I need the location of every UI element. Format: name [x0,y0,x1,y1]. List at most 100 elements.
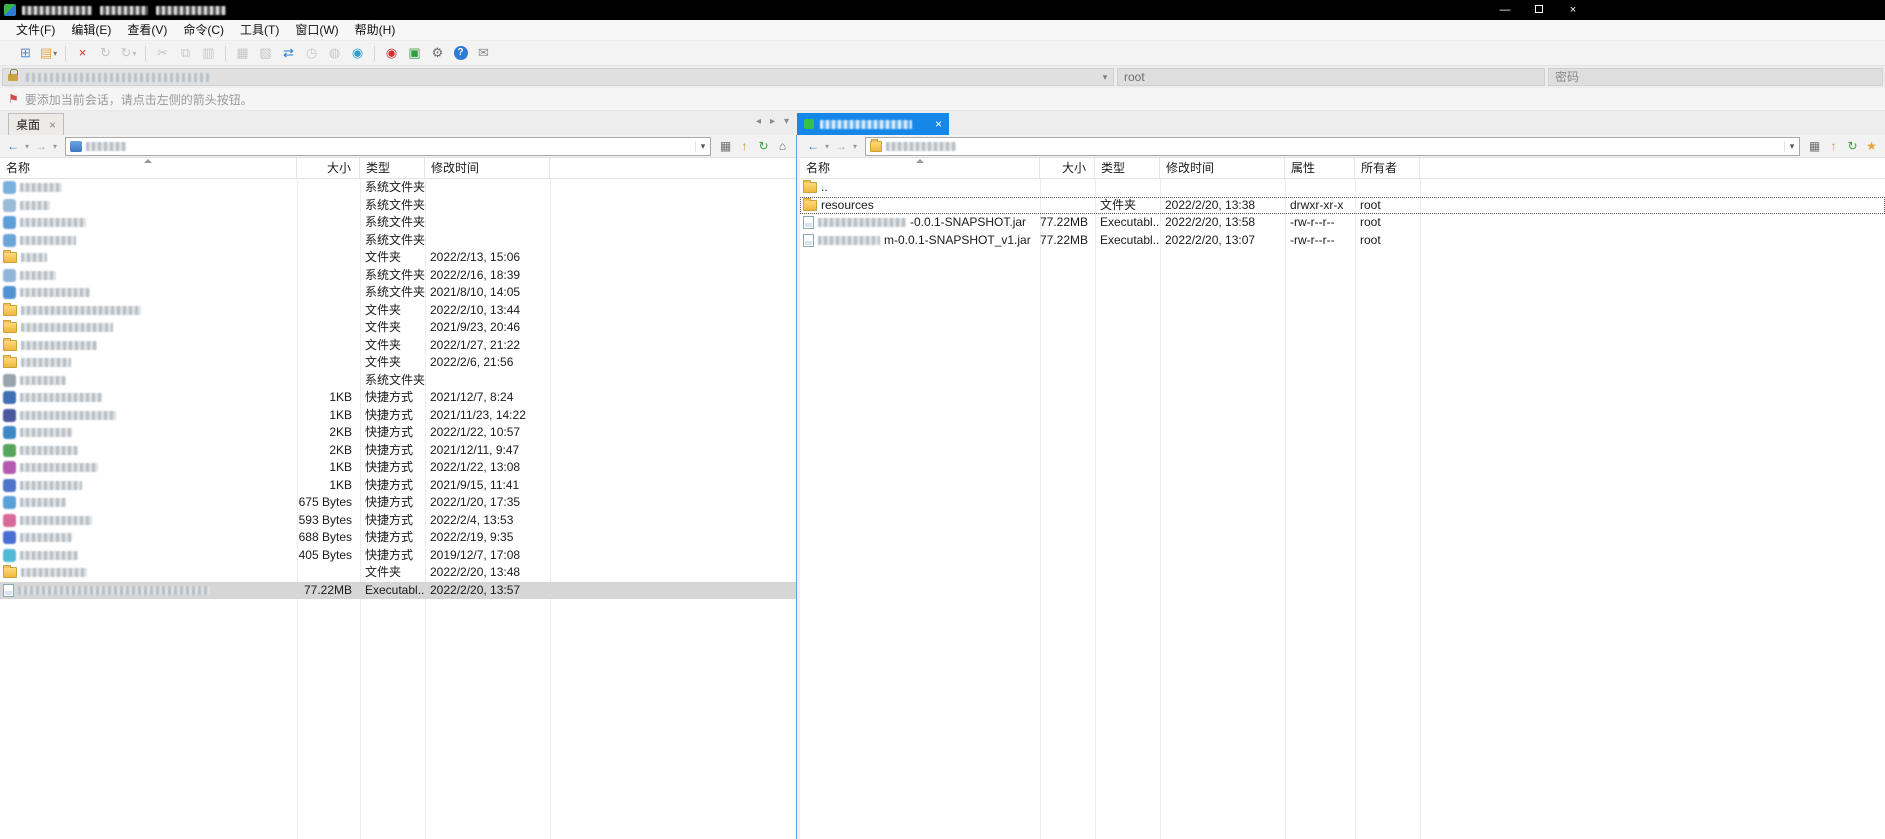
forward-history-chevron-icon[interactable]: ▾ [850,142,860,151]
local-address-combobox[interactable]: ▾ [65,136,711,156]
disconnect-button[interactable]: × [71,43,94,64]
close-tab-icon[interactable]: × [49,118,56,132]
options-button[interactable]: ⚙ [426,43,449,64]
forward-history-chevron-icon[interactable]: ▾ [50,142,60,151]
views-button[interactable]: ▦ [716,139,735,153]
transfer-button[interactable]: ⇄ [277,43,300,64]
back-button[interactable]: ← [4,139,22,153]
refresh-button[interactable]: ↻ [754,139,773,153]
file-row[interactable]: 1KB 快捷方式 2021/12/7, 8:24 [0,389,796,407]
back-button[interactable]: ← [804,139,822,153]
refresh-button[interactable]: ↻ [1843,139,1862,153]
redacted-file-name [818,218,906,228]
column-header-mtime[interactable]: 修改时间 [1160,158,1285,178]
file-row[interactable]: 系统文件夹 2021/8/10, 14:05 [0,284,796,302]
forward-button[interactable]: → [32,139,50,153]
column-header-name[interactable]: 名称 [800,158,1040,178]
file-cell: 593 Bytes [298,512,352,527]
help-button[interactable]: ? [449,43,472,64]
cut-button[interactable]: ✂ [151,43,174,64]
file-row[interactable]: 2KB 快捷方式 2022/1/22, 10:57 [0,424,796,442]
column-header-owner[interactable]: 所有者 [1355,158,1420,178]
transfer-queue-button[interactable]: ◷ [300,43,323,64]
file-row[interactable]: 77.22MB Executabl... 2022/2/20, 13:57 [0,581,796,599]
properties-button[interactable]: ▦ [231,43,254,64]
paste-button[interactable]: ▥ [197,43,220,64]
views-button[interactable]: ▦ [1805,139,1824,153]
compare-button[interactable]: ▧ [254,43,277,64]
file-row[interactable]: 文件夹 2022/2/10, 13:44 [0,302,796,320]
menu-command[interactable]: 命令(C) [175,20,232,40]
column-header-attrs[interactable]: 属性 [1285,158,1355,178]
close-button[interactable]: × [1556,0,1590,20]
transfer-queue-icon: ◷ [305,45,318,60]
file-row[interactable]: 文件夹 2022/2/13, 15:06 [0,249,796,267]
menu-file[interactable]: 文件(F) [8,20,63,40]
reconnect-all-button[interactable]: ↻ ▾ [117,43,140,64]
column-header-size[interactable]: 大小 [297,158,360,178]
log-button[interactable]: ◍ [323,43,346,64]
home-button[interactable]: ⌂ [773,139,792,153]
feedback-button[interactable]: ✉ [472,43,495,64]
file-cell: 2KB [329,442,352,457]
file-row[interactable]: 系统文件夹 [0,232,796,250]
tab-desktop[interactable]: 桌面 × [8,113,65,135]
back-history-chevron-icon[interactable]: ▾ [22,142,32,151]
maximize-button[interactable] [1522,0,1556,20]
column-header-mtime[interactable]: 修改时间 [425,158,550,178]
new-session-button[interactable]: ⊞ [14,43,37,64]
open-session-button[interactable]: ▤ ▾ [37,43,60,64]
column-header-type[interactable]: 类型 [360,158,425,178]
column-header-size[interactable]: 大小 [1040,158,1095,178]
app-icon [3,426,16,440]
favorites-button[interactable]: ★ [1862,139,1881,153]
menu-edit[interactable]: 编辑(E) [63,20,119,40]
file-row[interactable]: 系统文件夹 [0,197,796,215]
file-row[interactable]: 2KB 快捷方式 2021/12/11, 9:47 [0,442,796,460]
password-input[interactable] [1548,68,1883,86]
up-directory-button[interactable]: ↑ [735,139,754,153]
file-row[interactable]: .. [800,179,1885,197]
copy-button[interactable]: ⧉ [174,43,197,64]
reconnect-button[interactable]: ↻ [94,43,117,64]
file-row[interactable]: 1KB 快捷方式 2021/11/23, 14:22 [0,407,796,425]
minimize-button[interactable]: — [1488,0,1522,20]
file-row[interactable]: 405 Bytes 快捷方式 2019/12/7, 17:08 [0,547,796,565]
file-row[interactable]: 675 Bytes 快捷方式 2022/1/20, 17:35 [0,494,796,512]
up-directory-button[interactable]: ↑ [1824,139,1843,153]
file-row[interactable]: 文件夹 2022/2/6, 21:56 [0,354,796,372]
forward-button[interactable]: → [832,139,850,153]
file-row[interactable]: resources 文件夹 2022/2/20, 13:38 drwxr-xr-x ro… [800,196,1885,214]
file-row[interactable]: 1KB 快捷方式 2021/9/15, 11:41 [0,477,796,495]
username-input[interactable] [1117,68,1545,86]
column-header-name[interactable]: 名称 [0,158,297,178]
tab-menu-icon[interactable]: ▾ [780,116,793,127]
file-row[interactable]: 文件夹 2022/1/27, 21:22 [0,337,796,355]
host-combobox[interactable]: ▾ [2,68,1114,86]
file-row[interactable]: 1KB 快捷方式 2022/1/22, 13:08 [0,459,796,477]
tab-remote-session[interactable]: × [797,113,949,135]
menu-tools[interactable]: 工具(T) [232,20,287,40]
menu-window[interactable]: 窗口(W) [287,20,346,40]
file-row[interactable]: 688 Bytes 快捷方式 2022/2/19, 9:35 [0,529,796,547]
file-row[interactable]: 系统文件夹 [0,372,796,390]
menu-help[interactable]: 帮助(H) [347,20,404,40]
tab-scroll-right-icon[interactable]: ▸ [766,116,779,127]
back-history-chevron-icon[interactable]: ▾ [822,142,832,151]
secure-mode-button[interactable]: ▣ [403,43,426,64]
file-row[interactable]: m-0.0.1-SNAPSHOT_v1.jar 77.22MB Executabl.… [800,232,1885,250]
file-row[interactable]: 系统文件夹 [0,214,796,232]
tab-scroll-left-icon[interactable]: ◂ [752,116,765,127]
record-button[interactable]: ◉ [380,43,403,64]
file-row[interactable]: 系统文件夹 2022/2/16, 18:39 [0,267,796,285]
file-row[interactable]: 文件夹 2021/9/23, 20:46 [0,319,796,337]
menu-view[interactable]: 查看(V) [119,20,175,40]
file-row[interactable]: 593 Bytes 快捷方式 2022/2/4, 13:53 [0,512,796,530]
file-row[interactable]: 文件夹 2022/2/20, 13:48 [0,564,796,582]
column-header-type[interactable]: 类型 [1095,158,1160,178]
file-row[interactable]: -0.0.1-SNAPSHOT.jar 77.22MB Executabl... 20… [800,214,1885,232]
remote-address-combobox[interactable]: ▾ [865,136,1800,156]
file-row[interactable]: 系统文件夹 [0,179,796,197]
synchronize-button[interactable]: ◉ [346,43,369,64]
close-tab-icon[interactable]: × [935,117,942,131]
